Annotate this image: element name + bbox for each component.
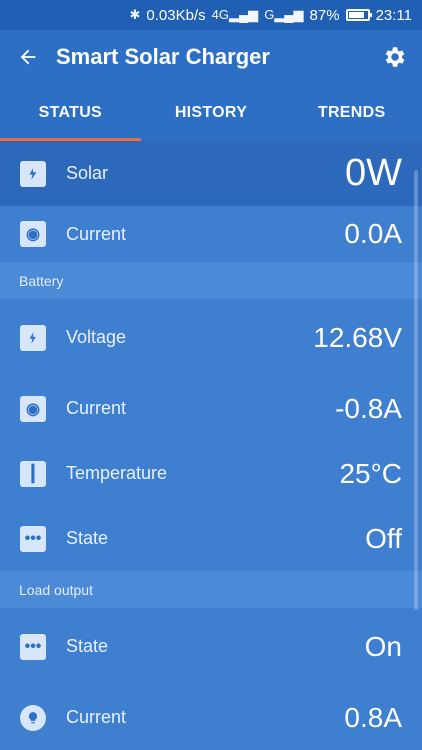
battery-state-label: State: [66, 528, 109, 548]
signal-4g-icon: 4G▂▄▆: [211, 7, 259, 22]
battery-voltage-icon: [20, 324, 46, 351]
load-output-section-header: Load output: [0, 571, 422, 608]
tab-status[interactable]: STATUS: [0, 84, 141, 141]
bluetooth-icon: ✱: [129, 7, 141, 22]
bulb-icon: [20, 704, 46, 731]
back-arrow-icon[interactable]: [0, 30, 56, 84]
load-state-row[interactable]: ••• State On: [0, 608, 422, 685]
load-current-value: 0.8A: [344, 701, 402, 733]
solar-label: Solar: [66, 163, 109, 183]
dots-icon: •••: [20, 525, 46, 552]
dots-icon: •••: [20, 633, 46, 660]
battery-current-value: -0.8A: [335, 392, 402, 424]
tab-bar: STATUS HISTORY TRENDS: [0, 84, 422, 141]
page-title: Smart Solar Charger: [56, 44, 270, 69]
battery-icon: [345, 9, 372, 21]
load-state-value: On: [364, 630, 402, 662]
battery-temperature-label: Temperature: [66, 463, 168, 483]
signal-g-icon: G▂▄▆: [264, 7, 304, 22]
current-icon: ◉: [20, 221, 46, 247]
status-content: Solar 0W ◉ Current 0.0A Battery Voltage …: [0, 141, 422, 750]
solar-value: 0W: [345, 152, 402, 194]
battery-percent: 87%: [309, 6, 340, 24]
battery-temperature-value: 25°C: [339, 457, 402, 489]
scrollbar[interactable]: [414, 170, 418, 610]
solar-current-label: Current: [66, 223, 127, 244]
status-bar: ✱ 0.03Kb/s 4G▂▄▆ G▂▄▆ 87% 23:11: [0, 0, 422, 30]
battery-current-row[interactable]: ◉ Current -0.8A: [0, 376, 422, 441]
battery-voltage-row[interactable]: Voltage 12.68V: [0, 299, 422, 376]
battery-voltage-label: Voltage: [66, 327, 127, 347]
current-icon: ◉: [20, 395, 46, 422]
solar-power-row[interactable]: Solar 0W: [0, 141, 422, 206]
battery-section-header: Battery: [0, 262, 422, 299]
battery-temperature-row[interactable]: ┃ Temperature 25°C: [0, 441, 422, 506]
tab-trends[interactable]: TRENDS: [281, 84, 422, 141]
solar-current-row[interactable]: ◉ Current 0.0A: [0, 206, 422, 262]
app-bar: Smart Solar Charger: [0, 30, 422, 84]
solar-panel-icon: [20, 160, 46, 187]
thermometer-icon: ┃: [20, 460, 46, 487]
load-state-label: State: [66, 636, 109, 656]
solar-current-value: 0.0A: [344, 218, 402, 249]
tab-history[interactable]: HISTORY: [141, 84, 282, 141]
load-current-label: Current: [66, 707, 127, 727]
battery-current-label: Current: [66, 398, 127, 418]
clock: 23:11: [375, 6, 412, 24]
gear-icon[interactable]: [366, 30, 422, 84]
network-speed: 0.03Kb/s: [146, 6, 206, 24]
load-current-row[interactable]: Current 0.8A: [0, 685, 422, 750]
battery-state-row[interactable]: ••• State Off: [0, 506, 422, 571]
battery-voltage-value: 12.68V: [313, 321, 402, 353]
